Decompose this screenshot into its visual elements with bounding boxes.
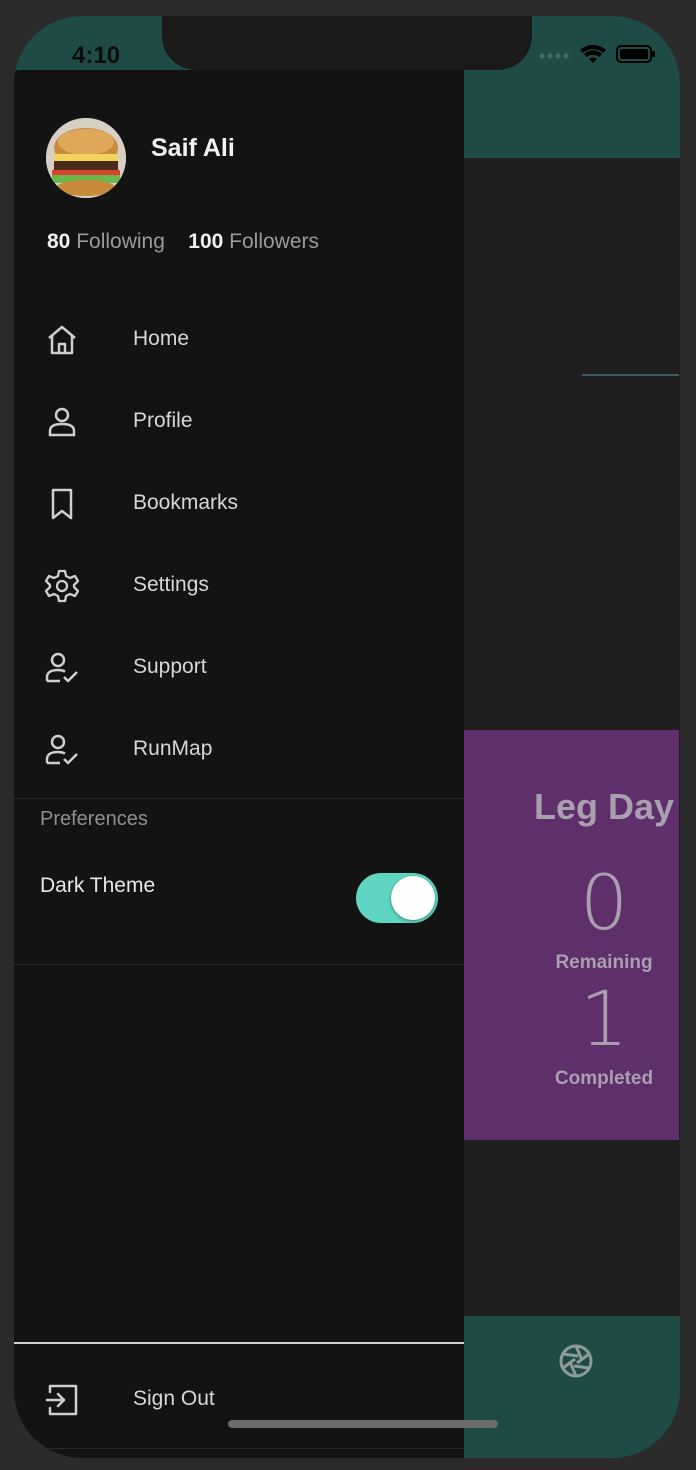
notch [162, 16, 532, 70]
divider [14, 964, 464, 965]
navigation-drawer: Saif Ali 80 Following 100 Followers Home [14, 70, 464, 1458]
sign-out-label: Sign Out [133, 1387, 215, 1410]
nav-label-support: Support [133, 655, 207, 678]
dark-theme-toggle[interactable] [356, 873, 438, 923]
nav-item-profile[interactable]: Profile [14, 382, 464, 464]
header-underline [582, 374, 679, 376]
leg-day-title: Leg Day [534, 786, 675, 827]
home-icon [44, 322, 80, 358]
nav-label-home: Home [133, 327, 190, 350]
nav-item-settings[interactable]: Settings [14, 546, 464, 628]
divider [14, 1448, 464, 1449]
nav-item-home[interactable]: Home [14, 300, 464, 382]
status-time: 4:10 [72, 42, 121, 69]
following-label: Following [76, 230, 165, 253]
nav-item-support[interactable]: Support [14, 628, 464, 710]
leg-day-card[interactable]: Leg Day 0 Remaining 1 Completed [444, 730, 679, 1140]
user-name: Saif Ali [151, 134, 235, 162]
followers-count: 100 [188, 230, 224, 253]
nav-label-profile: Profile [133, 409, 193, 432]
remaining-label: Remaining [555, 952, 653, 973]
sign-out-button[interactable]: Sign Out [14, 1360, 464, 1442]
toggle-knob [391, 876, 435, 920]
sign-out-icon [44, 1382, 80, 1418]
completed-value: 1 [579, 974, 629, 1063]
avatar[interactable] [46, 118, 126, 198]
completed-label: Completed [554, 1068, 654, 1089]
remaining-value: 0 [579, 858, 629, 947]
nav-label-runmap: RunMap [133, 737, 213, 760]
wifi-icon [580, 44, 606, 69]
screen: Leg Day 0 Remaining 1 Completed 4:10 Sai… [14, 16, 680, 1458]
person-check-icon [44, 650, 80, 686]
followers-label: Followers [229, 230, 320, 253]
person-icon [44, 404, 80, 440]
battery-icon [616, 44, 656, 69]
status-icons [538, 44, 656, 68]
dark-theme-label: Dark Theme [40, 874, 156, 897]
nav-item-runmap[interactable]: RunMap [14, 710, 464, 792]
nav-label-settings: Settings [133, 573, 209, 596]
home-indicator [228, 1420, 498, 1428]
gear-icon [44, 568, 80, 604]
preferences-section-title: Preferences [40, 808, 148, 830]
follow-stats: 80 Following 100 Followers [47, 230, 319, 254]
person-check-icon [44, 732, 80, 768]
bookmark-icon [44, 486, 80, 522]
nav-label-bookmarks: Bookmarks [133, 491, 239, 514]
nav-item-bookmarks[interactable]: Bookmarks [14, 464, 464, 546]
divider [14, 798, 464, 799]
aperture-icon[interactable] [558, 1343, 594, 1379]
signal-dots-icon [538, 47, 570, 65]
sign-out-separator [14, 1342, 464, 1344]
following-count: 80 [47, 230, 71, 253]
phone-frame: Leg Day 0 Remaining 1 Completed 4:10 Sai… [0, 0, 696, 1470]
